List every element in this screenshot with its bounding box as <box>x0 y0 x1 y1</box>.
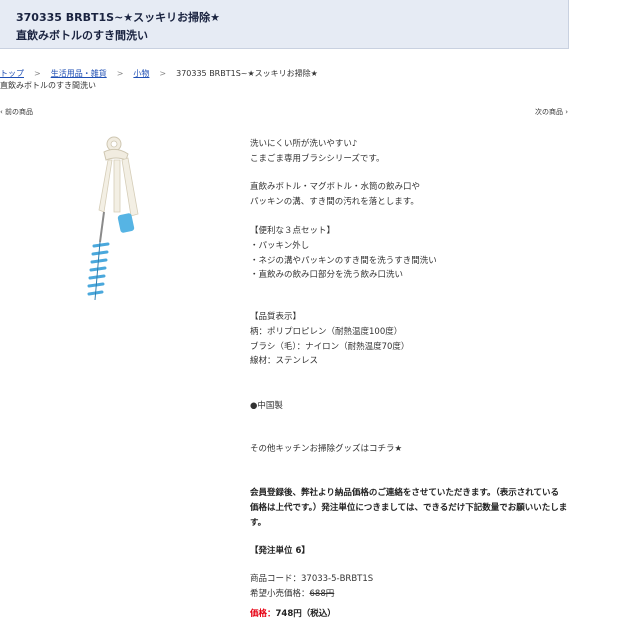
msrp: 希望小売価格：688円 <box>250 587 334 599</box>
other-goods-link[interactable]: その他キッチンお掃除グッズはコチラ★ <box>250 442 402 454</box>
breadcrumb: トップ > 生活用品・雑貨 > 小物 >370335 BRBT1S~★スッキリお掃除★ <box>0 68 318 79</box>
desc-line: 洗いにくい所が洗いやすい♪ <box>250 139 358 149</box>
chevron-right-icon: › <box>565 108 568 116</box>
next-product-link[interactable]: 次の商品 › <box>535 107 568 117</box>
prev-product-label: 前の商品 <box>5 108 34 116</box>
header-title-line2: 直飲みボトルのすき間洗い <box>16 29 148 42</box>
breadcrumb-separator: > <box>34 69 41 78</box>
desc-line: ブラシ（毛）：ナイロン（耐熱温度70度） <box>250 342 410 352</box>
product-code-value: 37033-5-BRBT1S <box>301 574 374 584</box>
member-notice-line3: す。 <box>250 518 267 528</box>
desc-line: 線材：ステンレス <box>250 356 319 366</box>
product-code-label: 商品コード： <box>250 574 302 584</box>
prev-product-link[interactable]: ‹ 前の商品 <box>0 107 33 117</box>
chevron-left-icon: ‹ <box>0 108 3 116</box>
header-title-line1: 370335 BRBT1S~★スッキリお掃除★ <box>16 11 221 24</box>
desc-line: ・ネジの溝やパッキンのすき間を洗うすき間洗い <box>250 256 437 266</box>
order-unit: 【発注単位 6】 <box>250 546 310 556</box>
breadcrumb-separator: > <box>159 69 167 78</box>
desc-line: 直飲みボトル・マグボトル・水筒の飲み口や <box>250 182 421 192</box>
price-value: 748円（税込） <box>275 609 336 619</box>
breadcrumb-category-link[interactable]: 生活用品・雑貨 <box>51 69 107 78</box>
desc-line: ・直飲みの飲み口部分を洗う飲み口洗い <box>250 270 404 280</box>
desc-line: パッキンの溝、すき間の汚れを落とします。 <box>250 197 419 207</box>
breadcrumb-current-line2: 直飲みボトルのすき間洗い <box>0 81 96 90</box>
desc-line: 柄：ポリプロピレン（耐熱温度100度） <box>250 327 403 337</box>
breadcrumb-subcategory-link[interactable]: 小物 <box>133 69 149 78</box>
desc-line: こまごま専用ブラシシリーズです。 <box>250 154 385 164</box>
desc-line: 【便利な３点セット】 <box>250 226 336 236</box>
breadcrumb-current: 370335 BRBT1S~★スッキリお掃除★ <box>176 69 318 78</box>
desc-line: ・パッキン外し <box>250 241 310 251</box>
product-code: 商品コード：37033-5-BRBT1S <box>250 572 373 584</box>
brush-product-image[interactable] <box>86 130 166 310</box>
page-header: 370335 BRBT1S~★スッキリお掃除★ 直飲みボトルのすき間洗い <box>0 0 569 49</box>
price: 価格：748円（税込） <box>250 607 336 619</box>
msrp-label: 希望小売価格： <box>250 589 310 599</box>
price-label: 価格： <box>250 609 276 619</box>
desc-line: ●中国製 <box>250 401 283 411</box>
member-notice-line1: 会員登録後、弊社より納品価格のご連絡をさせていただきます。（表示されている <box>250 488 559 498</box>
msrp-value: 688円 <box>309 589 335 599</box>
next-product-label: 次の商品 <box>534 108 563 116</box>
breadcrumb-separator: > <box>116 69 124 78</box>
member-notice-line2: 価格は上代です。）発注単位につきましては、できるだけ下記数量でお願いいたしま <box>250 503 568 513</box>
desc-line: 【品質表示】 <box>250 312 302 322</box>
breadcrumb-top-link[interactable]: トップ <box>0 69 24 78</box>
